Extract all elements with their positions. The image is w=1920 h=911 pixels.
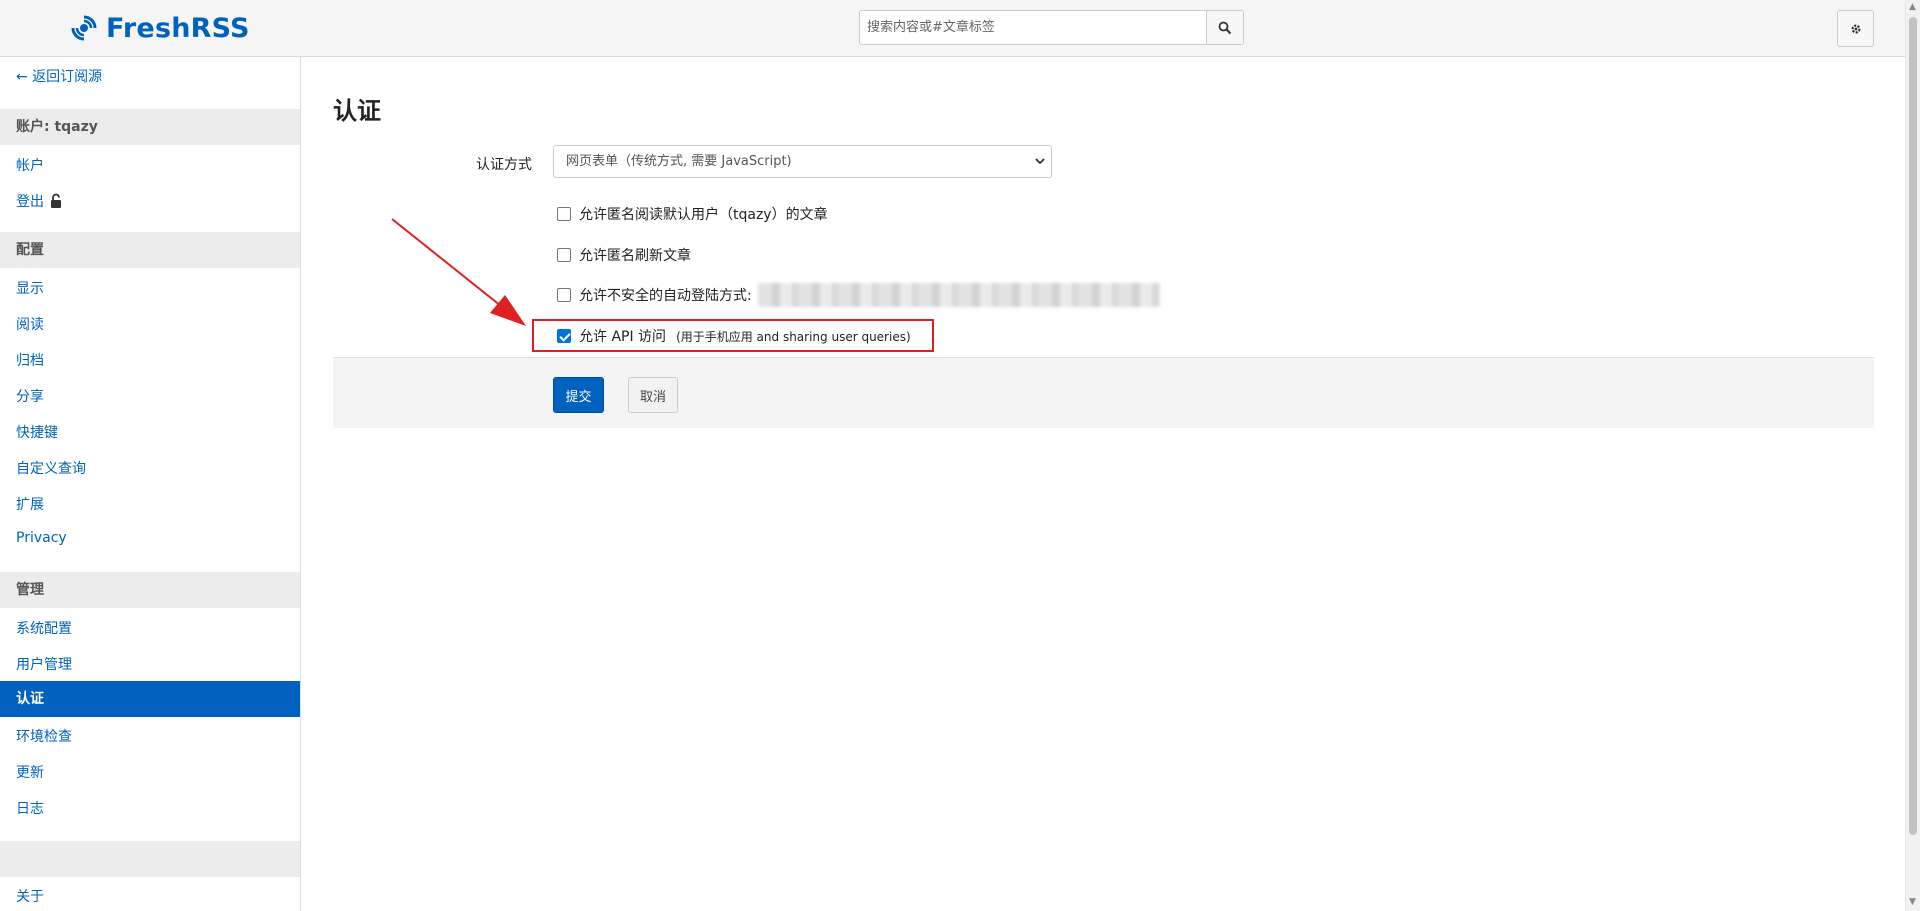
anon-refresh-option[interactable]: 允许匿名刷新文章 — [557, 245, 691, 265]
sidebar-item-reading[interactable]: 阅读 — [16, 314, 44, 334]
sidebar: ← 返回订阅源 账户: tqazy 帐户 登出 配置 显示 阅读 归档 分享 快… — [0, 57, 301, 911]
anon-read-option[interactable]: 允许匿名阅读默认用户（tqazy）的文章 — [557, 204, 828, 224]
chevron-down-icon — [1035, 146, 1045, 189]
highlight-box — [532, 319, 934, 352]
anon-read-label: 允许匿名阅读默认用户（tqazy）的文章 — [579, 207, 828, 223]
search-icon — [1218, 21, 1232, 34]
sidebar-item-shortcuts[interactable]: 快捷键 — [16, 422, 58, 442]
scroll-thumb[interactable] — [1909, 17, 1917, 835]
sidebar-item-extensions[interactable]: 扩展 — [16, 494, 44, 514]
annotation-arrow-icon — [391, 218, 526, 326]
auth-method-label: 认证方式 — [476, 157, 532, 173]
sidebar-item-label: 登出 — [16, 194, 44, 210]
auth-method-value: 网页表单（传统方式, 需要 JavaScript) — [566, 154, 792, 169]
autologin-url-blurred — [757, 283, 1160, 307]
sidebar-item-users[interactable]: 用户管理 — [16, 654, 72, 674]
top-header: FreshRSS — [0, 0, 1905, 57]
auth-method-select[interactable]: 网页表单（传统方式, 需要 JavaScript) — [553, 145, 1052, 178]
sidebar-item-privacy[interactable]: Privacy — [16, 530, 67, 546]
freshrss-logo-icon — [71, 15, 97, 41]
account-header: 账户: tqazy — [0, 109, 300, 145]
search-input[interactable] — [859, 10, 1207, 45]
logo-text: FreshRSS — [106, 12, 250, 44]
page-scrollbar[interactable]: ▲ ▼ — [1905, 0, 1920, 911]
sidebar-item-about[interactable]: 关于 — [16, 886, 44, 906]
freshrss-logo[interactable]: FreshRSS — [68, 9, 250, 47]
unsafe-autologin-checkbox[interactable] — [557, 288, 571, 302]
config-header: 配置 — [0, 232, 300, 268]
back-to-feeds-link[interactable]: ← 返回订阅源 — [16, 66, 102, 86]
sidebar-item-queries[interactable]: 自定义查询 — [16, 458, 86, 478]
page-title: 认证 — [333, 97, 381, 125]
admin-header: 管理 — [0, 572, 300, 608]
unsafe-autologin-option[interactable]: 允许不安全的自动登陆方式: — [557, 283, 1160, 307]
sidebar-item-display[interactable]: 显示 — [16, 278, 44, 298]
sidebar-item-logs[interactable]: 日志 — [16, 798, 44, 818]
search-button[interactable] — [1207, 10, 1244, 45]
sidebar-item-sharing[interactable]: 分享 — [16, 386, 44, 406]
lock-icon — [51, 193, 61, 208]
gear-icon — [1850, 23, 1861, 34]
anon-refresh-label: 允许匿名刷新文章 — [579, 248, 691, 264]
unsafe-autologin-label: 允许不安全的自动登陆方式: — [579, 288, 752, 304]
anon-read-checkbox[interactable] — [557, 207, 571, 221]
sidebar-item-logout[interactable]: 登出 — [16, 191, 62, 211]
sidebar-item-system[interactable]: 系统配置 — [16, 618, 72, 638]
sidebar-item-account[interactable]: 帐户 — [16, 155, 44, 175]
sidebar-item-checkinstall[interactable]: 环境检查 — [16, 726, 72, 746]
sidebar-divider — [0, 841, 300, 877]
cancel-button[interactable]: 取消 — [628, 377, 678, 413]
anon-refresh-checkbox[interactable] — [557, 248, 571, 262]
submit-button[interactable]: 提交 — [553, 377, 604, 413]
scroll-down-icon[interactable]: ▼ — [1909, 897, 1916, 907]
sidebar-item-archiving[interactable]: 归档 — [16, 350, 44, 370]
form-actions: 提交 取消 — [333, 357, 1874, 428]
settings-button[interactable] — [1837, 10, 1874, 47]
sidebar-item-update[interactable]: 更新 — [16, 762, 44, 782]
sidebar-item-auth[interactable]: 认证 — [0, 681, 300, 717]
scroll-up-icon[interactable]: ▲ — [1909, 2, 1916, 12]
search-form — [859, 10, 1244, 45]
